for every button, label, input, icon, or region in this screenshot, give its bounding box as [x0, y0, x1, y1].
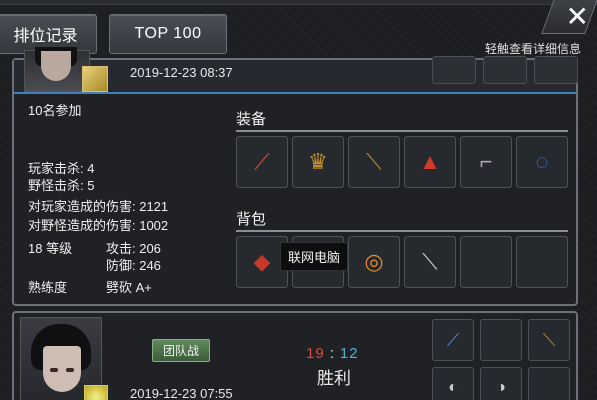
defense: 防御: 246 [106, 258, 161, 273]
score-left: 19 [306, 345, 325, 362]
match-card-1-header: 2019-12-23 08:37 [14, 47, 578, 94]
header-item-belt-icon [534, 56, 578, 84]
item-slot-blade-icon[interactable]: ⟋ [432, 319, 474, 361]
top-bar [0, 0, 597, 5]
equipment-title: 装备 [236, 111, 267, 128]
item-slot-crown-icon[interactable]: ♛ [292, 136, 344, 188]
crown-icon: ♛ [308, 149, 328, 174]
mode-tag: 团队战 [152, 339, 211, 362]
gloves-icon: ◑ [496, 379, 506, 396]
match-date: 2019-12-23 07:55 [130, 386, 233, 400]
match-result: 胜利 [317, 369, 351, 388]
bag-title: 背包 [236, 211, 267, 228]
monster-kills: 野怪击杀: 5 [28, 178, 95, 193]
equipment-divider [236, 130, 568, 132]
item-slot-boots-icon[interactable]: ⌐ [460, 136, 512, 188]
item-slot-bandage-icon[interactable]: ⟍ [404, 236, 456, 288]
helmet-icon: ◐ [448, 379, 458, 396]
bag-divider [236, 230, 568, 232]
close-icon[interactable]: ✕ [566, 1, 589, 33]
rank-badge-icon [84, 385, 108, 400]
boots-icon: ⌐ [479, 149, 493, 174]
participants: 10名参加 [28, 103, 82, 118]
item-slot-stick-icon[interactable]: ⟍ [528, 319, 570, 361]
item-slot-empty[interactable] [528, 367, 570, 400]
item-slot-belt-icon[interactable]: ◌ [516, 136, 568, 188]
ranking-screen: 排位记录 TOP 100 ✕ 轻触查看详细信息 2019-12-23 08:37… [0, 0, 597, 400]
item-slot-empty[interactable] [460, 236, 512, 288]
belt-icon: ◌ [535, 149, 549, 174]
blade-icon: ⟋ [446, 330, 460, 350]
item-slot-helmet-icon[interactable]: ◐ [432, 367, 474, 400]
match-card-2[interactable]: 团队战 19:12 胜利 2019-12-23 07:55 ⟋ ⟍ ◐ ◑ [12, 311, 578, 400]
header-item-armor-icon [432, 56, 476, 84]
score-separator: : [329, 345, 335, 362]
item-slot-empty[interactable] [516, 236, 568, 288]
match-date: 2019-12-23 08:37 [130, 65, 233, 80]
tap-hint: 轻触查看详细信息 [484, 42, 581, 56]
rank-badge-icon [82, 66, 108, 92]
player-damage: 对玩家造成的伤害: 2121 [28, 199, 169, 214]
stick-icon: ⟍ [366, 149, 382, 174]
ring-icon: ◎ [364, 249, 384, 274]
score-right: 12 [339, 345, 359, 362]
proficiency-label: 熟练度 [28, 280, 68, 295]
item-slot-sword-icon[interactable]: ⟋ [236, 136, 288, 188]
tab-top100[interactable]: TOP 100 [109, 14, 227, 54]
item-slot-stick-icon[interactable]: ⟍ [348, 136, 400, 188]
item-slot-ring-icon[interactable]: ◎ [348, 236, 400, 288]
meat-icon: ◆ [253, 249, 271, 274]
stick-icon: ⟍ [542, 330, 556, 350]
sword-icon: ⟋ [254, 149, 270, 174]
item-slot-gloves-icon[interactable]: ◑ [480, 367, 522, 400]
bandage-icon: ⟍ [422, 249, 438, 274]
monster-damage: 对野怪造成的伤害: 1002 [28, 218, 169, 233]
header-item-boots-icon [483, 56, 527, 84]
item-slot-empty[interactable] [480, 319, 522, 361]
armor-icon: ▲ [419, 149, 441, 174]
level: 18 等级 [28, 241, 73, 256]
item-tooltip: 联网电脑 [280, 242, 349, 271]
item-slot-armor-icon[interactable]: ▲ [404, 136, 456, 188]
avatar [24, 47, 90, 92]
proficiency-value: 劈砍 A+ [106, 280, 152, 295]
score: 19:12 [306, 345, 359, 362]
